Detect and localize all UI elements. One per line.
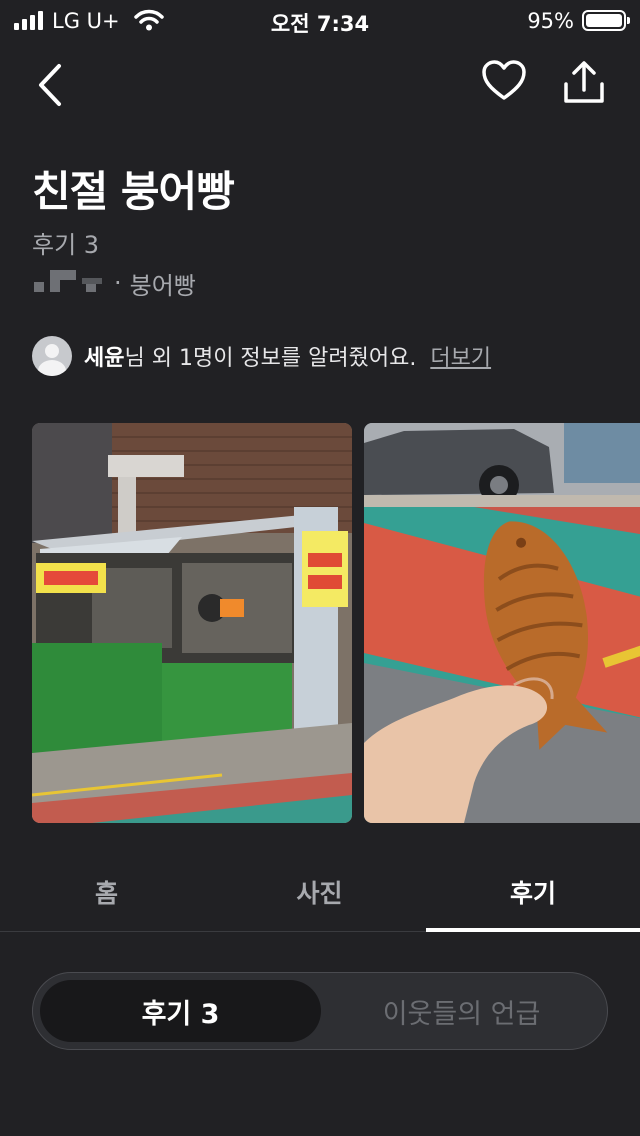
bungeoppang-photo-image	[364, 423, 640, 823]
tab-reviews[interactable]: 후기	[426, 852, 640, 932]
contributor-name: 세윤	[84, 346, 125, 371]
avatar	[32, 336, 72, 376]
stall-photo-image	[32, 423, 352, 823]
contributors-row: 세윤 님 외 1명이 정보를 알려줬어요. 더보기	[32, 336, 491, 376]
battery-icon	[582, 10, 630, 31]
status-bar: LG U+ 오전 7:34 95%	[0, 0, 640, 40]
more-link[interactable]: 더보기	[430, 340, 491, 372]
tab-photos[interactable]: 사진	[213, 852, 426, 932]
review-count: 후기 3	[32, 231, 100, 259]
share-button[interactable]	[560, 60, 608, 106]
category-label: 붕어빵	[129, 271, 196, 300]
chevron-left-icon	[39, 64, 61, 106]
favorite-button[interactable]	[480, 58, 528, 102]
battery-percent: 95%	[527, 9, 574, 33]
store-photo-1[interactable]	[32, 423, 352, 823]
share-icon	[564, 61, 604, 103]
segment-neighbor-mentions[interactable]: 이웃들의 언급	[321, 980, 602, 1042]
category-separator: ·	[114, 269, 122, 297]
store-photo-2[interactable]	[364, 423, 640, 823]
heart-icon	[482, 60, 526, 100]
tab-home[interactable]: 홈	[0, 852, 213, 932]
contributor-text: 님 외 1명이 정보를 알려줬어요.	[124, 346, 417, 371]
segment-reviews[interactable]: 후기 3	[40, 980, 321, 1042]
tab-indicator	[426, 928, 640, 932]
category-row: · 붕어빵	[34, 268, 196, 300]
store-name: 친절 붕어빵	[32, 167, 235, 216]
tab-bar: 홈 사진 후기	[0, 852, 640, 932]
redacted-location	[34, 270, 104, 296]
review-segment-control: 후기 3 이웃들의 언급	[32, 972, 608, 1050]
back-button[interactable]	[30, 62, 74, 108]
